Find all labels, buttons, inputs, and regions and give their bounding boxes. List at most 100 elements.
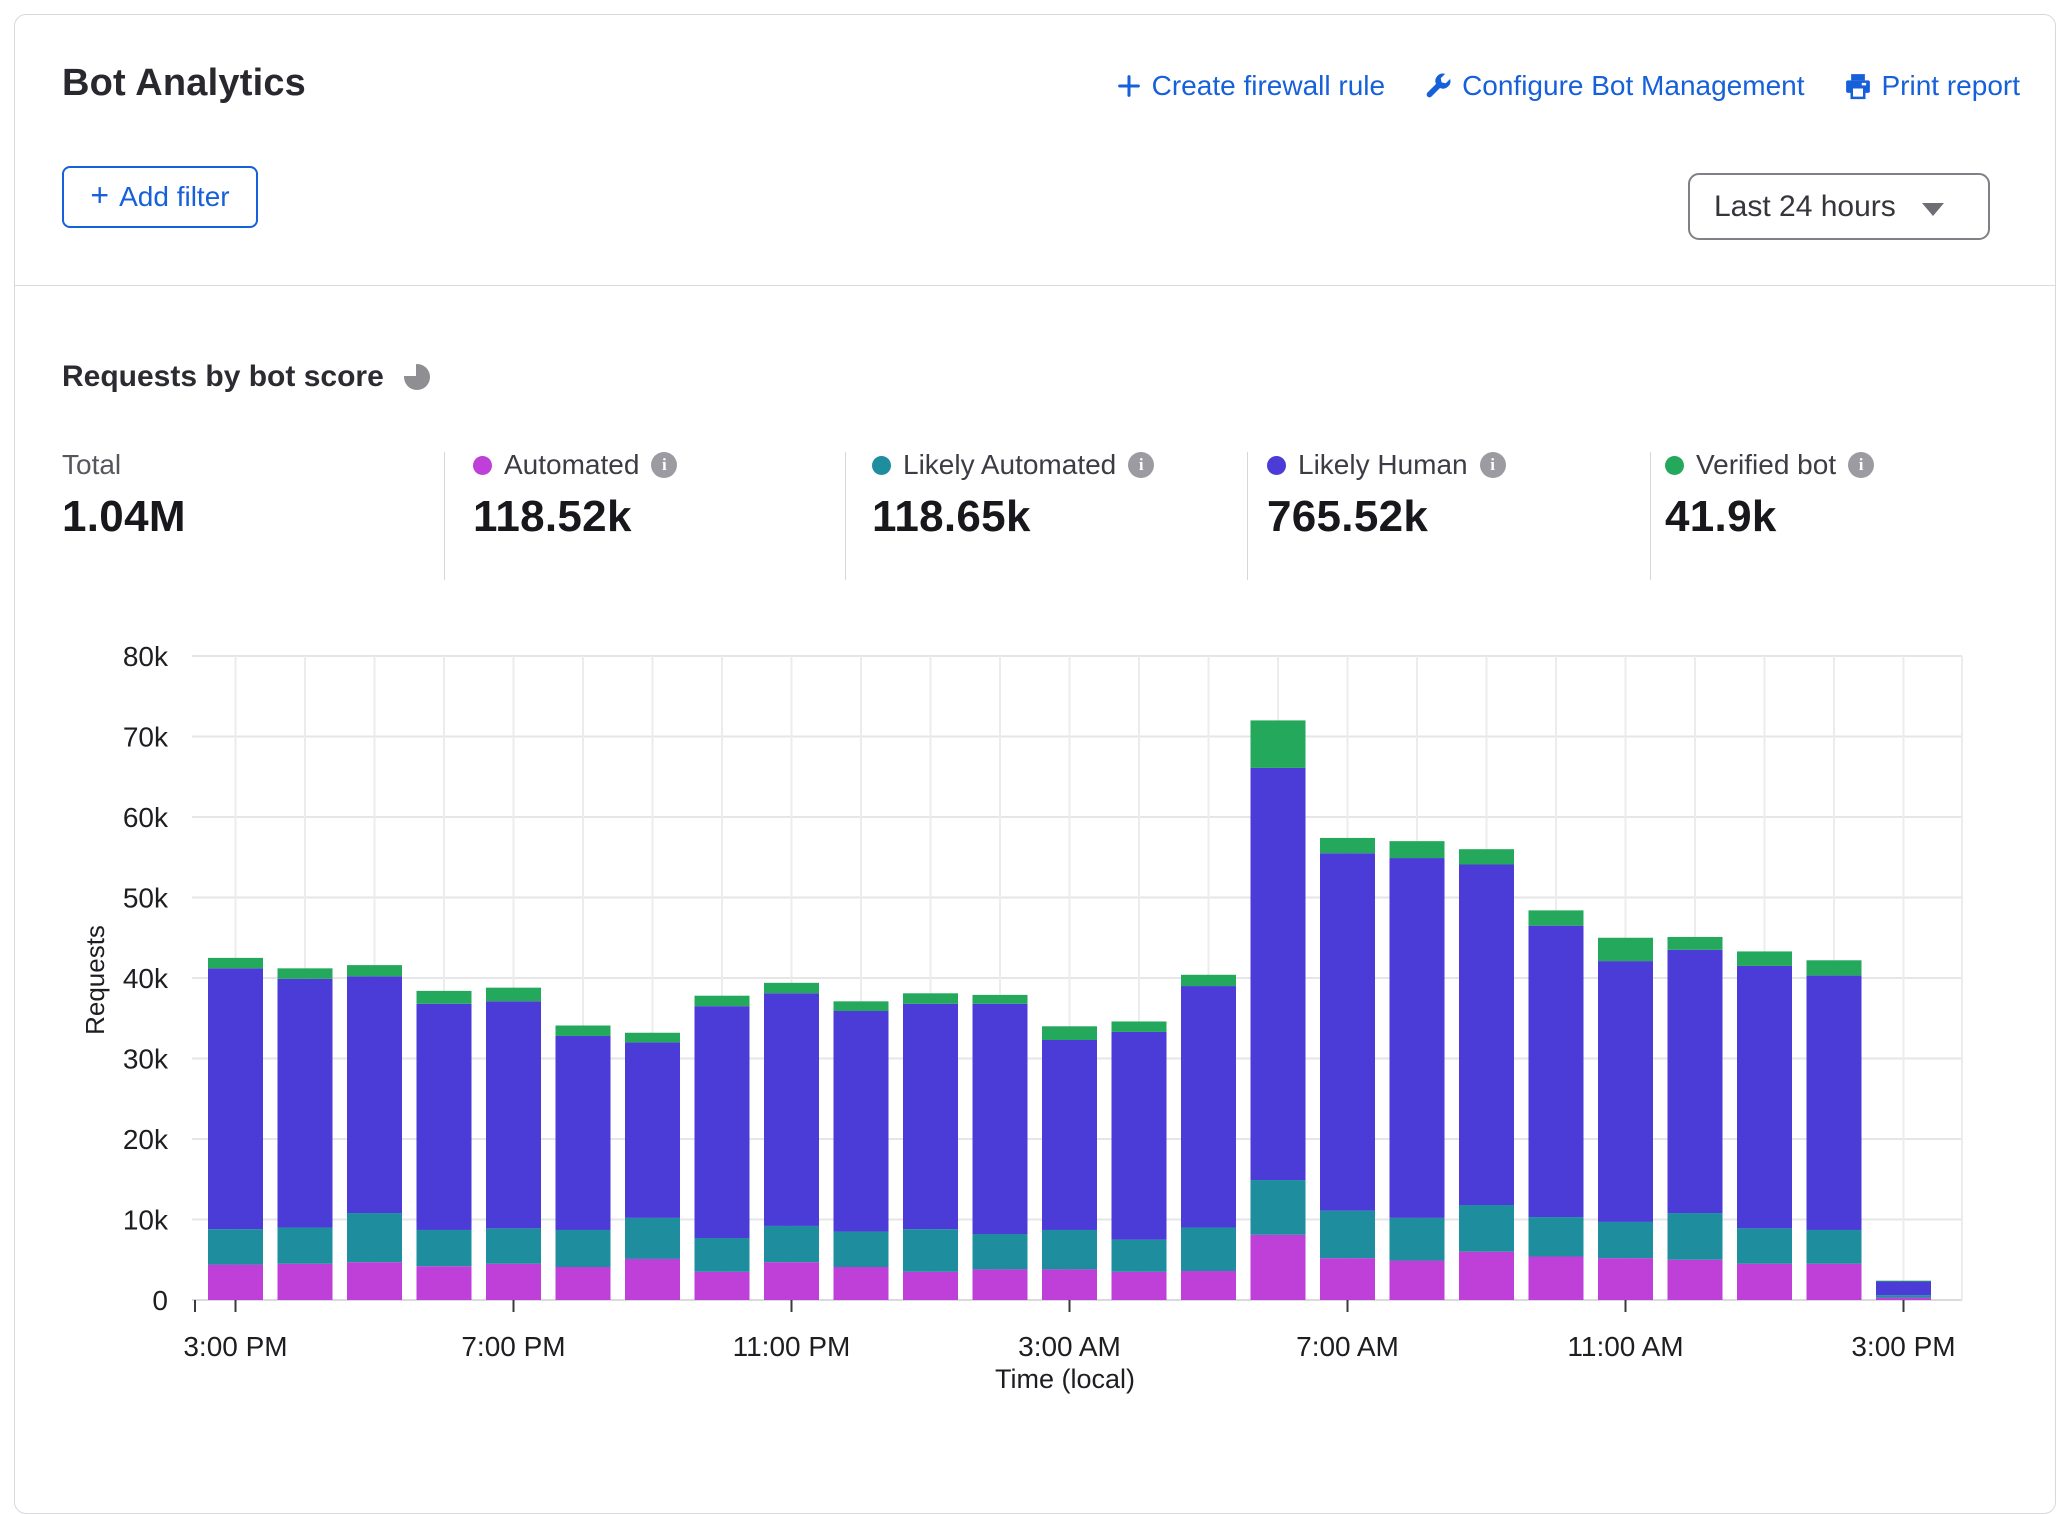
info-icon[interactable]: i (1128, 452, 1154, 478)
bar-4-00-PM[interactable] (278, 968, 333, 1300)
bar-segment-likely-automated (1876, 1295, 1931, 1297)
stat-divider (1247, 452, 1248, 580)
stat-divider (1650, 452, 1651, 580)
stat-divider (845, 452, 846, 580)
stat-label: Likely Automated (903, 449, 1116, 481)
bar-segment-automated (903, 1272, 958, 1300)
bar-segment-likely-human (903, 1004, 958, 1229)
x-tick-label: 3:00 AM (1018, 1331, 1121, 1362)
add-filter-button[interactable]: + Add filter (62, 166, 258, 228)
bar-segment-likely-human (1251, 768, 1306, 1180)
bar-segment-likely-automated (625, 1218, 680, 1259)
bar-segment-likely-automated (764, 1226, 819, 1262)
bar-12-00-PM[interactable] (1668, 937, 1723, 1300)
plus-icon: + (90, 177, 109, 214)
bar-segment-likely-automated (1251, 1180, 1306, 1235)
bar-segment-likely-automated (1807, 1230, 1862, 1264)
bar-segment-verified-bot (973, 995, 1028, 1004)
bar-segment-likely-human (695, 1006, 750, 1238)
bar-segment-likely-human (1112, 1032, 1167, 1240)
stat-value: 765.52k (1267, 492, 1506, 542)
bar-5-00-AM[interactable] (1181, 975, 1236, 1300)
bar-segment-likely-human (347, 976, 402, 1213)
bar-segment-likely-automated (347, 1213, 402, 1262)
bar-segment-likely-human (1807, 976, 1862, 1230)
legend-dot (872, 456, 891, 475)
bar-1-00-PM[interactable] (1737, 951, 1792, 1300)
bar-3-00-PM[interactable] (208, 958, 263, 1300)
bar-segment-automated (1598, 1258, 1653, 1300)
bar-12-00-AM[interactable] (834, 1001, 889, 1300)
bar-segment-likely-human (486, 1001, 541, 1228)
bar-segment-automated (1807, 1264, 1862, 1300)
bar-11-00-AM[interactable] (1598, 938, 1653, 1300)
header-link-label: Configure Bot Management (1462, 70, 1804, 102)
y-tick-label: 0 (152, 1285, 168, 1316)
y-tick-label: 60k (123, 802, 169, 833)
pie-chart-icon (402, 362, 432, 392)
bar-segment-verified-bot (1737, 951, 1792, 965)
bar-10-00-AM[interactable] (1529, 910, 1584, 1300)
x-tick-label: 7:00 AM (1296, 1331, 1399, 1362)
bar-segment-automated (1042, 1269, 1097, 1300)
bar-6-00-PM[interactable] (417, 991, 472, 1300)
bar-3-00-PM[interactable] (1876, 1281, 1931, 1300)
bar-segment-automated (1251, 1235, 1306, 1300)
bar-segment-likely-human (764, 993, 819, 1226)
bar-segment-likely-human (1320, 853, 1375, 1210)
bar-segment-likely-automated (903, 1229, 958, 1272)
time-range-select[interactable]: Last 24 hours (1688, 173, 1990, 240)
bar-segment-likely-human (1737, 966, 1792, 1228)
bar-segment-likely-human (973, 1004, 1028, 1234)
bar-segment-verified-bot (1181, 975, 1236, 986)
bar-segment-automated (347, 1262, 402, 1300)
bar-segment-automated (1529, 1257, 1584, 1300)
bar-8-00-PM[interactable] (556, 1025, 611, 1300)
bar-4-00-AM[interactable] (1112, 1021, 1167, 1300)
bar-8-00-AM[interactable] (1390, 841, 1445, 1300)
info-icon[interactable]: i (1848, 452, 1874, 478)
bar-segment-automated (1737, 1264, 1792, 1300)
bar-2-00-AM[interactable] (973, 995, 1028, 1300)
bar-7-00-PM[interactable] (486, 988, 541, 1300)
header-link-configure-bot-management[interactable]: Configure Bot Management (1423, 70, 1804, 102)
header-link-create-firewall-rule[interactable]: Create firewall rule (1115, 70, 1385, 102)
header-link-print-report[interactable]: Print report (1843, 70, 2021, 102)
bar-segment-likely-automated (1320, 1211, 1375, 1258)
bar-segment-automated (1390, 1261, 1445, 1300)
bar-segment-automated (486, 1264, 541, 1300)
bar-7-00-AM[interactable] (1320, 838, 1375, 1300)
legend-dot (1665, 456, 1684, 475)
bar-3-00-AM[interactable] (1042, 1026, 1097, 1300)
bar-segment-likely-human (1598, 961, 1653, 1222)
bar-segment-likely-automated (208, 1229, 263, 1264)
bar-segment-likely-human (278, 979, 333, 1228)
y-axis-title: Requests (80, 925, 110, 1035)
stat-label: Verified bot (1696, 449, 1836, 481)
bar-segment-verified-bot (695, 996, 750, 1006)
info-icon[interactable]: i (1480, 452, 1506, 478)
bar-segment-likely-human (1876, 1281, 1931, 1295)
bar-9-00-PM[interactable] (625, 1033, 680, 1300)
bar-segment-automated (973, 1269, 1028, 1300)
stat-value: 1.04M (62, 492, 186, 542)
bar-segment-likely-automated (973, 1234, 1028, 1269)
header-divider (15, 285, 2055, 286)
bar-segment-likely-human (556, 1036, 611, 1230)
bar-segment-likely-human (1529, 926, 1584, 1217)
bar-1-00-AM[interactable] (903, 993, 958, 1300)
bar-segment-likely-human (208, 968, 263, 1229)
bar-10-00-PM[interactable] (695, 996, 750, 1300)
y-tick-label: 50k (123, 883, 169, 914)
bar-6-00-AM[interactable] (1251, 720, 1306, 1300)
bar-2-00-PM[interactable] (1807, 960, 1862, 1300)
info-icon[interactable]: i (651, 452, 677, 478)
bar-5-00-PM[interactable] (347, 965, 402, 1300)
plus-icon (1115, 72, 1143, 100)
bar-11-00-PM[interactable] (764, 983, 819, 1300)
bar-9-00-AM[interactable] (1459, 849, 1514, 1300)
bar-segment-likely-human (1668, 950, 1723, 1213)
bar-segment-likely-automated (1042, 1230, 1097, 1269)
bar-segment-likely-automated (695, 1238, 750, 1272)
wrench-icon (1423, 71, 1453, 101)
